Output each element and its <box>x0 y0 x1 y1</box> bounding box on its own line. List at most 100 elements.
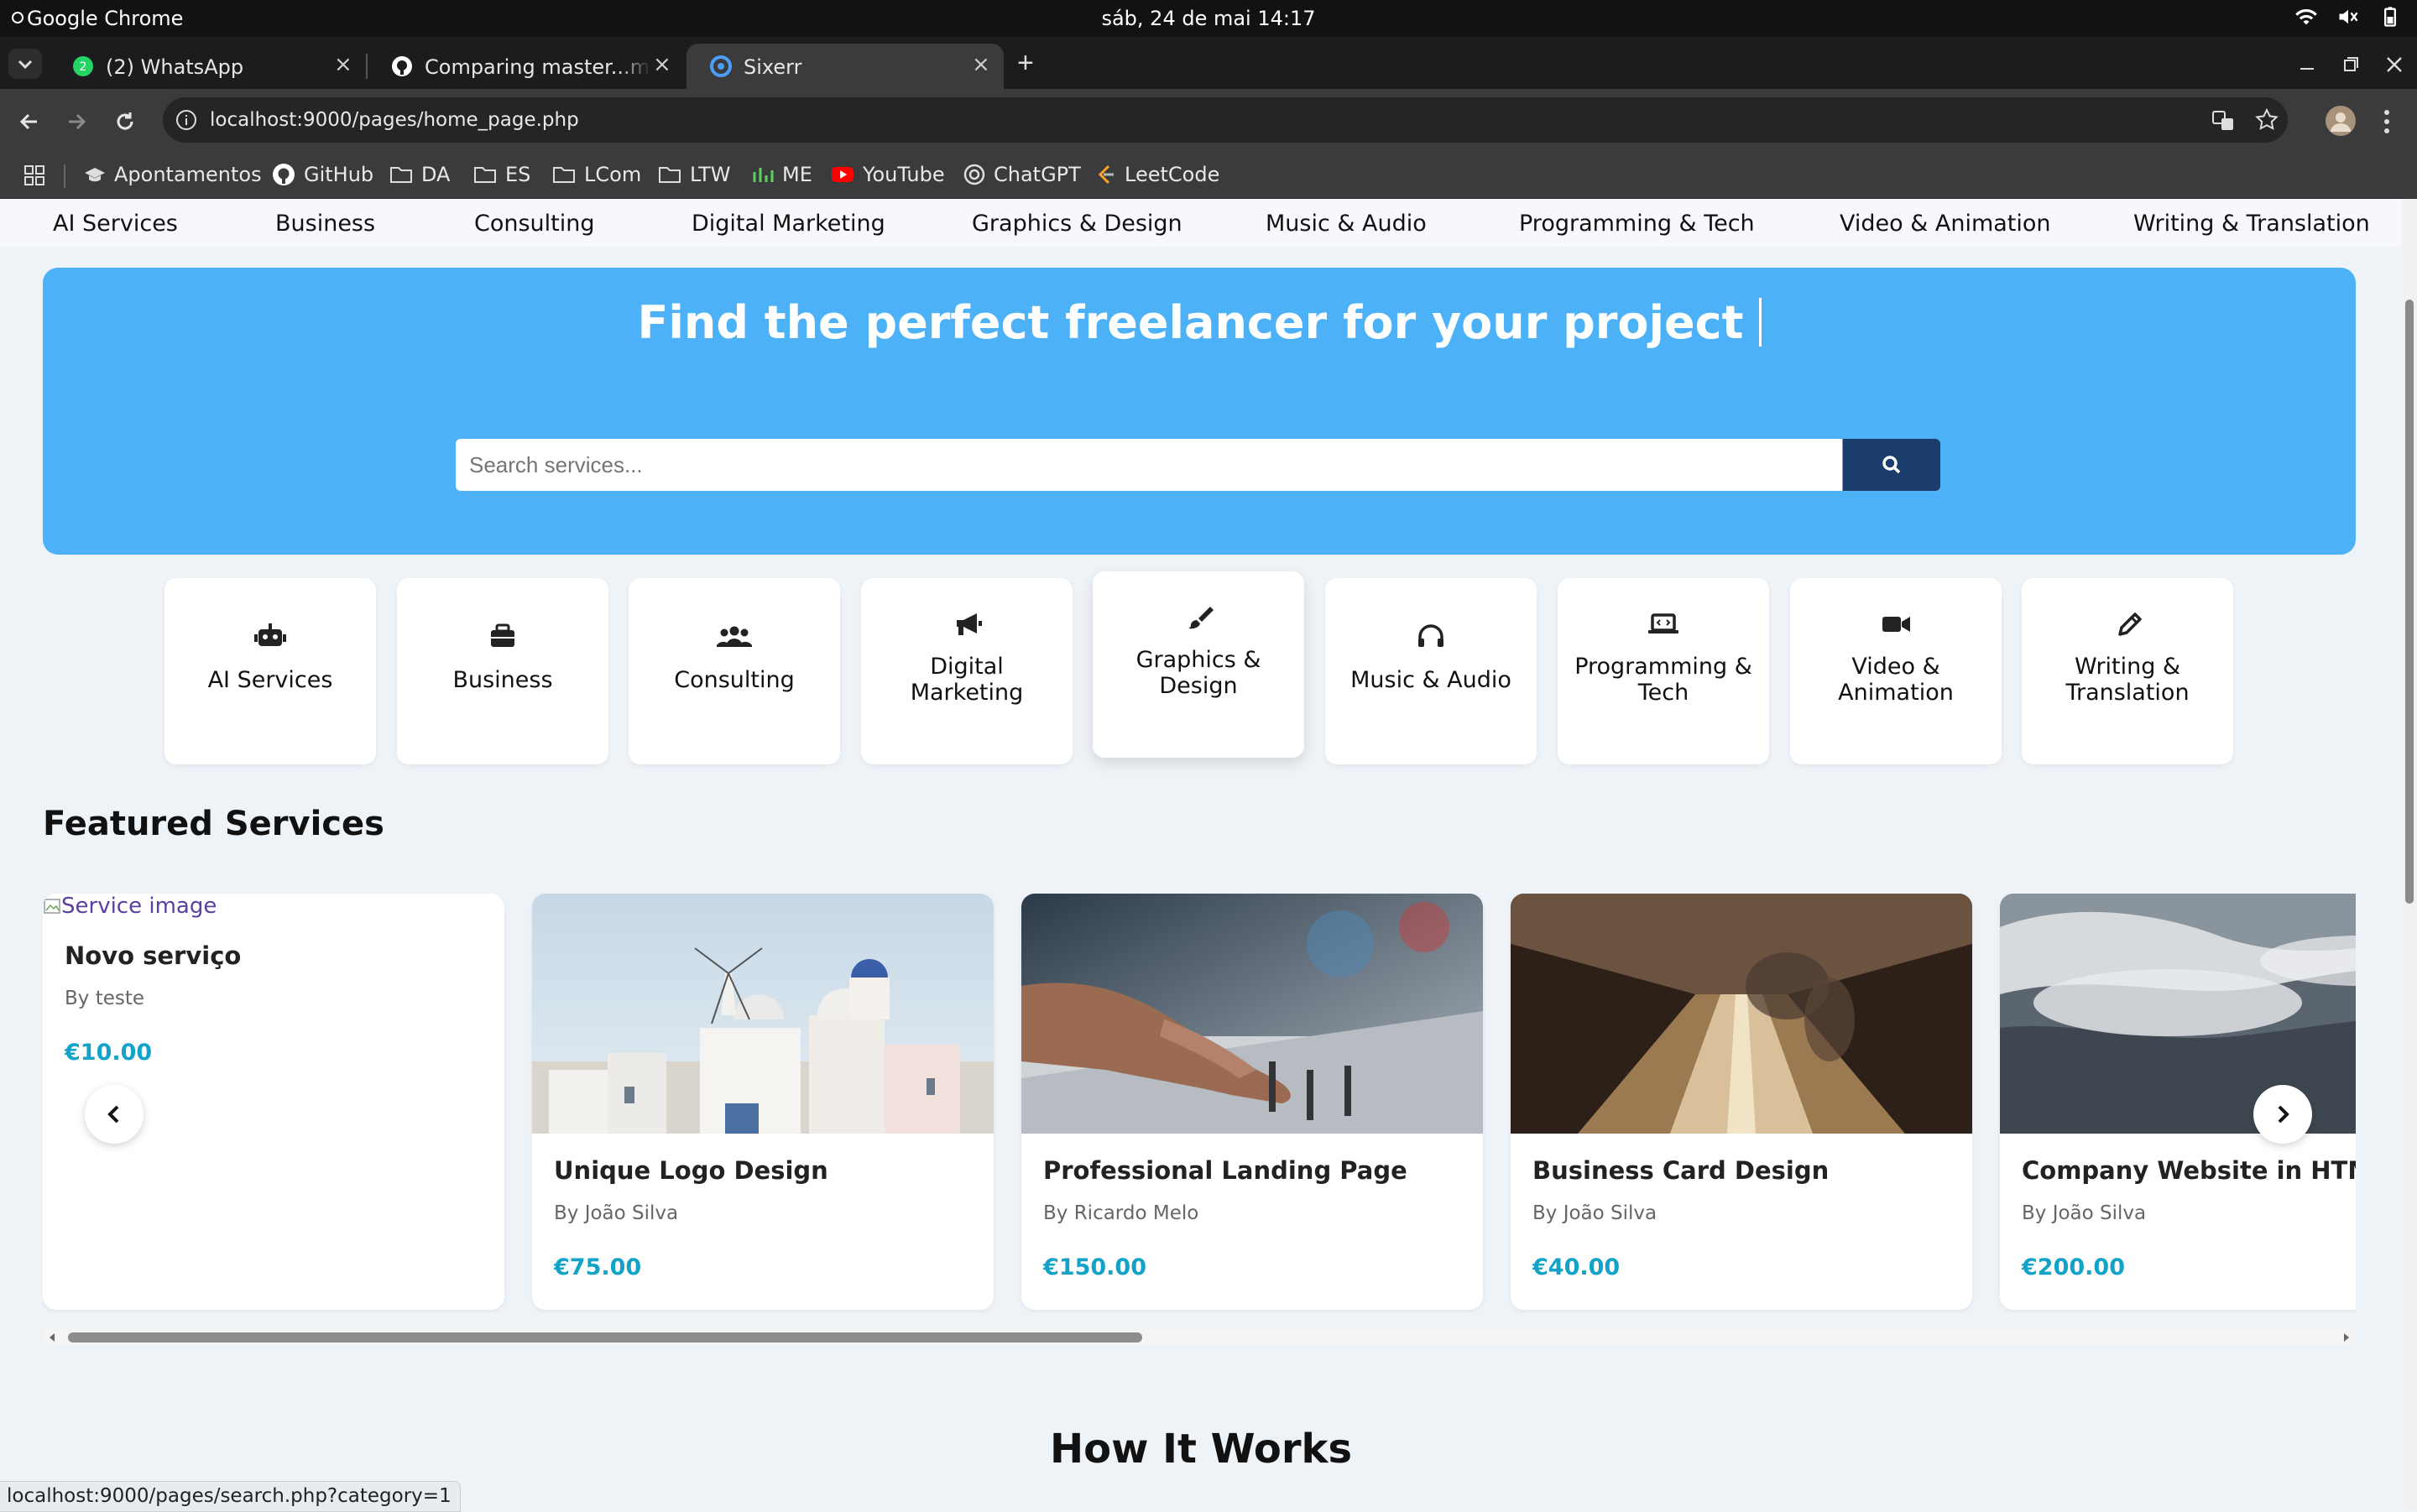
graduation-cap-icon <box>85 168 105 182</box>
tab-sixerr[interactable]: Sixerr × <box>686 44 1004 89</box>
bookmark-leetcode[interactable]: LeetCode <box>1096 159 1219 190</box>
nav-link-ai-services[interactable]: AI Services <box>53 211 178 237</box>
category-card-writing-translation[interactable]: Writing & Translation <box>2022 578 2233 764</box>
hero-banner: Find the perfect freelancer for your pro… <box>43 268 2356 555</box>
category-nav: AI Services Business Consulting Digital … <box>0 199 2402 248</box>
category-card-programming-tech[interactable]: Programming & Tech <box>1558 578 1769 764</box>
category-card-ai-services[interactable]: AI Services <box>164 578 376 764</box>
label-line-2: Tech <box>1637 680 1689 706</box>
new-tab-button[interactable]: + <box>1017 47 1034 80</box>
reload-icon[interactable] <box>109 106 141 138</box>
nav-link-writing-translation[interactable]: Writing & Translation <box>2133 211 2370 237</box>
category-card-video-animation[interactable]: Video & Animation <box>1790 578 2002 764</box>
bookmark-lcom[interactable]: LCom <box>552 159 641 190</box>
minimize-window-icon[interactable] <box>2296 54 2318 76</box>
bookmark-da[interactable]: DA <box>389 159 450 190</box>
service-price: €200.00 <box>2022 1254 2125 1280</box>
close-window-icon[interactable] <box>2383 54 2405 76</box>
service-name[interactable]: Unique Logo Design <box>554 1156 828 1185</box>
category-card-business[interactable]: Business <box>397 578 608 764</box>
close-tab-icon[interactable]: × <box>972 52 990 77</box>
chatgpt-icon <box>963 164 985 185</box>
tab-search-icon[interactable] <box>7 47 44 81</box>
system-clock[interactable]: sáb, 24 de mai 14:17 <box>0 7 2417 30</box>
bookmarks-bar: Apontamentos GitHub DA ES LCom LTW ME Yo… <box>0 153 2417 199</box>
close-tab-icon[interactable]: × <box>653 52 671 77</box>
translate-icon[interactable] <box>2211 108 2236 133</box>
speaker-muted-icon[interactable] <box>2336 5 2360 29</box>
service-name[interactable]: Business Card Design <box>1532 1156 1829 1185</box>
label-line-1: Programming & <box>1574 654 1752 680</box>
service-image[interactable] <box>1021 894 1483 1134</box>
bookmark-label: DA <box>421 163 451 186</box>
category-card-graphics-design[interactable]: Graphics & Design <box>1093 571 1304 758</box>
megaphone-icon <box>957 613 982 635</box>
category-card-label: Music & Audio <box>1334 667 1528 693</box>
category-card-consulting[interactable]: Consulting <box>629 578 840 764</box>
system-tray[interactable] <box>2294 5 2402 29</box>
tab-github-compare[interactable]: Comparing master...med × <box>368 44 685 89</box>
maximize-window-icon[interactable] <box>2340 54 2362 76</box>
battery-icon[interactable] <box>2378 5 2402 29</box>
apps-grid-icon[interactable] <box>23 164 45 186</box>
service-card[interactable]: Business Card Design By João Silva €40.0… <box>1511 894 1972 1310</box>
category-card-digital-marketing[interactable]: Digital Marketing <box>861 578 1073 764</box>
service-card[interactable]: Professional Landing Page By Ricardo Mel… <box>1021 894 1483 1310</box>
url-text: localhost:9000/pages/home_page.php <box>210 109 579 131</box>
nav-link-consulting[interactable]: Consulting <box>474 211 595 237</box>
service-author: By teste <box>65 988 145 1009</box>
bookmark-github[interactable]: GitHub <box>272 159 373 190</box>
featured-carousel[interactable]: Service image Novo serviço By teste €10.… <box>43 894 2356 1313</box>
nav-link-music-audio[interactable]: Music & Audio <box>1266 211 1427 237</box>
page-scroll-thumb[interactable] <box>2405 300 2414 904</box>
bookmark-chatgpt[interactable]: ChatGPT <box>963 159 1081 190</box>
page-viewport[interactable]: AI Services Business Consulting Digital … <box>0 199 2402 1510</box>
carousel-next-button[interactable] <box>2253 1085 2312 1144</box>
headphones-icon <box>1418 624 1443 647</box>
category-card-music-audio[interactable]: Music & Audio <box>1325 578 1537 764</box>
nav-link-video-animation[interactable]: Video & Animation <box>1840 211 2051 237</box>
bookmark-me[interactable]: ME <box>752 159 812 190</box>
label-line-2: Marketing <box>910 680 1024 706</box>
search-icon <box>1882 456 1901 474</box>
nav-link-business[interactable]: Business <box>275 211 375 237</box>
site-info-icon[interactable] <box>175 108 198 132</box>
service-name[interactable]: Novo serviço <box>65 941 241 970</box>
service-name[interactable]: Professional Landing Page <box>1043 1156 1407 1185</box>
scroll-left-arrow-icon[interactable] <box>46 1332 58 1343</box>
forward-arrow-icon[interactable] <box>60 106 92 138</box>
bookmark-ltw[interactable]: LTW <box>658 159 730 190</box>
bookmark-label: LeetCode <box>1125 163 1220 186</box>
address-bar[interactable]: localhost:9000/pages/home_page.php <box>163 97 2288 143</box>
service-card[interactable]: Unique Logo Design By João Silva €75.00 <box>532 894 994 1310</box>
service-image[interactable] <box>532 894 994 1134</box>
page-scrollbar[interactable] <box>2402 199 2417 1510</box>
nav-link-digital-marketing[interactable]: Digital Marketing <box>692 211 885 237</box>
nav-link-graphics-design[interactable]: Graphics & Design <box>972 211 1182 237</box>
label-line-1: Business <box>452 667 553 693</box>
back-arrow-icon[interactable] <box>13 106 45 138</box>
carousel-scrollbar[interactable] <box>43 1328 2356 1347</box>
service-price: €150.00 <box>1043 1254 1146 1280</box>
service-name[interactable]: Company Website in HTML/CSS <box>2022 1156 2356 1185</box>
chrome-menu-icon[interactable] <box>2378 107 2395 136</box>
hero-title-text: Find the perfect freelancer for your pro… <box>637 296 1744 349</box>
label-line-1: AI Services <box>207 667 333 693</box>
carousel-scroll-thumb[interactable] <box>68 1332 1142 1343</box>
bookmark-star-icon[interactable] <box>2254 107 2279 133</box>
nav-link-programming-tech[interactable]: Programming & Tech <box>1519 211 1755 237</box>
service-image[interactable] <box>1511 894 1972 1134</box>
bookmark-es[interactable]: ES <box>473 159 530 190</box>
search-button[interactable] <box>1843 439 1940 491</box>
tab-whatsapp[interactable]: 2 (2) WhatsApp × <box>49 44 359 89</box>
label-line-1: Digital <box>930 654 1004 680</box>
carousel-prev-button[interactable] <box>85 1085 144 1144</box>
close-tab-icon[interactable]: × <box>334 52 352 77</box>
bookmark-youtube[interactable]: YouTube <box>831 159 945 190</box>
wifi-icon[interactable] <box>2294 5 2318 29</box>
profile-avatar-icon[interactable] <box>2325 105 2357 137</box>
bookmark-apontamentos[interactable]: Apontamentos <box>84 159 262 190</box>
scroll-right-arrow-icon[interactable] <box>2341 1332 2352 1343</box>
search-input[interactable] <box>456 439 1842 491</box>
sixerr-favicon-icon <box>710 55 732 77</box>
